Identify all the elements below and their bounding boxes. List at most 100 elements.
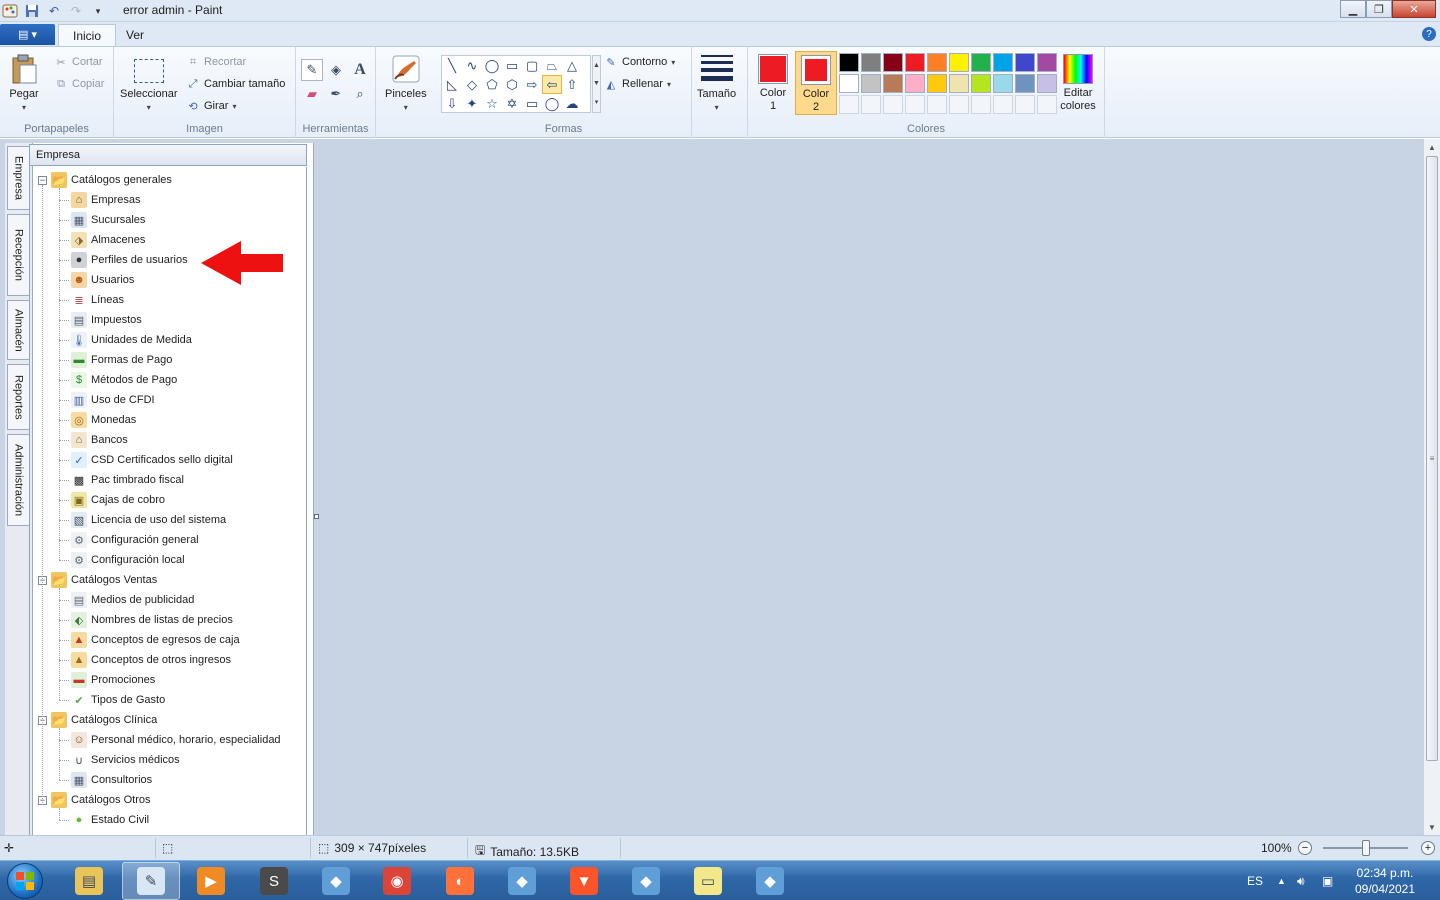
polygon-shape-icon[interactable]: ⏢ [542, 56, 562, 75]
network-icon[interactable]: ▣ [1322, 861, 1333, 900]
oval-callout-shape-icon[interactable]: ◯ [542, 94, 562, 113]
palette-color-swatch[interactable] [839, 53, 859, 72]
palette-custom-slot[interactable] [949, 95, 969, 114]
clock[interactable]: 02:34 p.m. 09/04/2021 [1340, 865, 1430, 897]
side-tab-1[interactable]: Recepción [7, 214, 30, 296]
palette-color-swatch[interactable] [905, 74, 925, 93]
palette-custom-slot[interactable] [839, 95, 859, 114]
taskbar-app-button[interactable]: ◆ [617, 862, 675, 900]
resize-button[interactable]: ⤢ Cambiar tamaño [186, 77, 286, 91]
tree-item[interactable]: ⚙ Configuración general [71, 530, 199, 550]
color-picker-icon[interactable]: ✒ [325, 83, 347, 105]
taskbar-app-button[interactable]: ◉ [368, 862, 426, 900]
palette-color-swatch[interactable] [993, 53, 1013, 72]
text-icon[interactable]: A [349, 59, 371, 81]
tree-item[interactable]: 🌡︎ Unidades de Medida [71, 330, 192, 350]
tab-ver[interactable]: Ver [112, 24, 158, 46]
side-tab-3[interactable]: Reportes [7, 364, 30, 430]
scroll-thumb[interactable]: ≡ [1426, 156, 1438, 761]
eraser-icon[interactable]: ▰ [301, 83, 323, 105]
tree-folder[interactable]: − 📂 Catálogos generales [38, 170, 172, 190]
resize-handle[interactable] [314, 514, 319, 519]
palette-color-swatch[interactable] [949, 53, 969, 72]
palette-color-swatch[interactable] [861, 74, 881, 93]
taskbar-app-button[interactable]: S [245, 862, 303, 900]
copy-button[interactable]: ⧉ Copiar [54, 77, 104, 91]
rectangle-shape-icon[interactable]: ▭ [502, 56, 522, 75]
tree-item[interactable]: ∪ Servicios médicos [71, 750, 180, 770]
rect-callout-shape-icon[interactable]: ▭ [522, 94, 542, 113]
taskbar-app-button[interactable]: ✎ [122, 862, 180, 900]
left-arrow-shape-icon[interactable]: ⇦ [542, 75, 562, 94]
fill-button[interactable]: ◭ Rellenar ▾ [604, 77, 671, 91]
rounded-rectangle-shape-icon[interactable]: ▢ [522, 56, 542, 75]
tree-folder[interactable]: − 📂 Catálogos Clínica [38, 710, 157, 730]
language-indicator[interactable]: ES [1247, 861, 1263, 900]
tree-item[interactable]: ☺ Personal médico, horario, especialidad [71, 730, 281, 750]
tree-item[interactable]: ⬖ Nombres de listas de precios [71, 610, 233, 630]
palette-custom-slot[interactable] [905, 95, 925, 114]
palette-color-swatch[interactable] [1015, 74, 1035, 93]
tree-item[interactable]: ⬗ Almacenes [71, 230, 145, 250]
tree-item[interactable]: ▦ Consultorios [71, 770, 152, 790]
tree-item[interactable]: ▬ Promociones [71, 670, 155, 690]
undo-icon[interactable]: ↶ [46, 3, 62, 19]
four-point-star-shape-icon[interactable]: ✦ [462, 94, 482, 113]
tab-inicio[interactable]: Inicio [58, 24, 117, 46]
palette-color-swatch[interactable] [905, 53, 925, 72]
taskbar-app-button[interactable]: ◆ [493, 862, 551, 900]
palette-color-swatch[interactable] [927, 74, 947, 93]
side-tab-0[interactable]: Empresa [7, 146, 30, 210]
palette-color-swatch[interactable] [927, 53, 947, 72]
side-tab-2[interactable]: Almacén [7, 300, 30, 360]
vertical-scrollbar[interactable]: ▲ ≡ ▼ [1423, 139, 1440, 835]
palette-custom-slot[interactable] [993, 95, 1013, 114]
pencil-icon[interactable]: ✎ [301, 59, 323, 81]
tree-item[interactable]: ☻ Usuarios [71, 270, 134, 290]
redo-icon[interactable]: ↷ [68, 3, 84, 19]
five-point-star-shape-icon[interactable]: ☆ [482, 94, 502, 113]
palette-color-swatch[interactable] [971, 74, 991, 93]
tree-item[interactable]: ✔ Tipos de Gasto [71, 690, 165, 710]
paint-app-icon[interactable] [2, 3, 18, 19]
cut-button[interactable]: ✂ Cortar [54, 55, 102, 69]
collapse-icon[interactable]: − [38, 175, 47, 185]
palette-custom-slot[interactable] [927, 95, 947, 114]
size-button[interactable]: Tamaño ▾ [697, 53, 736, 114]
outline-button[interactable]: ✎ Contorno ▾ [604, 55, 675, 69]
down-arrow-shape-icon[interactable]: ⇩ [442, 94, 462, 113]
taskbar-app-button[interactable]: ▭ [679, 862, 737, 900]
help-icon[interactable]: ? [1422, 27, 1436, 41]
oval-shape-icon[interactable]: ◯ [482, 56, 502, 75]
close-button[interactable]: ✕ [1392, 0, 1436, 18]
right-arrow-shape-icon[interactable]: ⇨ [522, 75, 542, 94]
tree-item[interactable]: ✓ CSD Certificados sello digital [71, 450, 233, 470]
up-arrow-shape-icon[interactable]: ⇧ [562, 75, 582, 94]
side-tab-4[interactable]: Administración [7, 434, 30, 526]
zoom-in-button[interactable]: + [1421, 841, 1435, 855]
show-hidden-icons-icon[interactable]: ▲ [1277, 861, 1286, 900]
palette-custom-slot[interactable] [861, 95, 881, 114]
curve-shape-icon[interactable]: ∿ [462, 56, 482, 75]
select-button[interactable]: Seleccionar ▾ [120, 55, 177, 114]
palette-color-swatch[interactable] [839, 74, 859, 93]
palette-color-swatch[interactable] [971, 53, 991, 72]
tree-item[interactable]: ▣ Cajas de cobro [71, 490, 165, 510]
palette-color-swatch[interactable] [861, 53, 881, 72]
taskbar-app-button[interactable]: ◆ [307, 862, 365, 900]
palette-color-swatch[interactable] [1037, 74, 1057, 93]
tree-item[interactable]: ◎ Monedas [71, 410, 136, 430]
palette-custom-slot[interactable] [1015, 95, 1035, 114]
tree-folder[interactable]: − 📂 Catálogos Ventas [38, 570, 157, 590]
customize-qat-icon[interactable]: ▾ [90, 3, 106, 19]
magnifier-icon[interactable]: ⌕ [349, 83, 371, 105]
palette-color-swatch[interactable] [883, 74, 903, 93]
tree-folder[interactable]: − 📂 Catálogos Otros [38, 790, 150, 810]
tree-item[interactable]: ⌂ Empresas [71, 190, 141, 210]
right-triangle-shape-icon[interactable]: ◺ [442, 75, 462, 94]
zoom-out-button[interactable]: − [1298, 841, 1312, 855]
tree-item[interactable]: ▲ Conceptos de otros ingresos [71, 650, 231, 670]
hexagon-shape-icon[interactable]: ⬡ [502, 75, 522, 94]
palette-color-swatch[interactable] [883, 53, 903, 72]
tree-item[interactable]: ● Perfiles de usuarios [71, 250, 188, 270]
